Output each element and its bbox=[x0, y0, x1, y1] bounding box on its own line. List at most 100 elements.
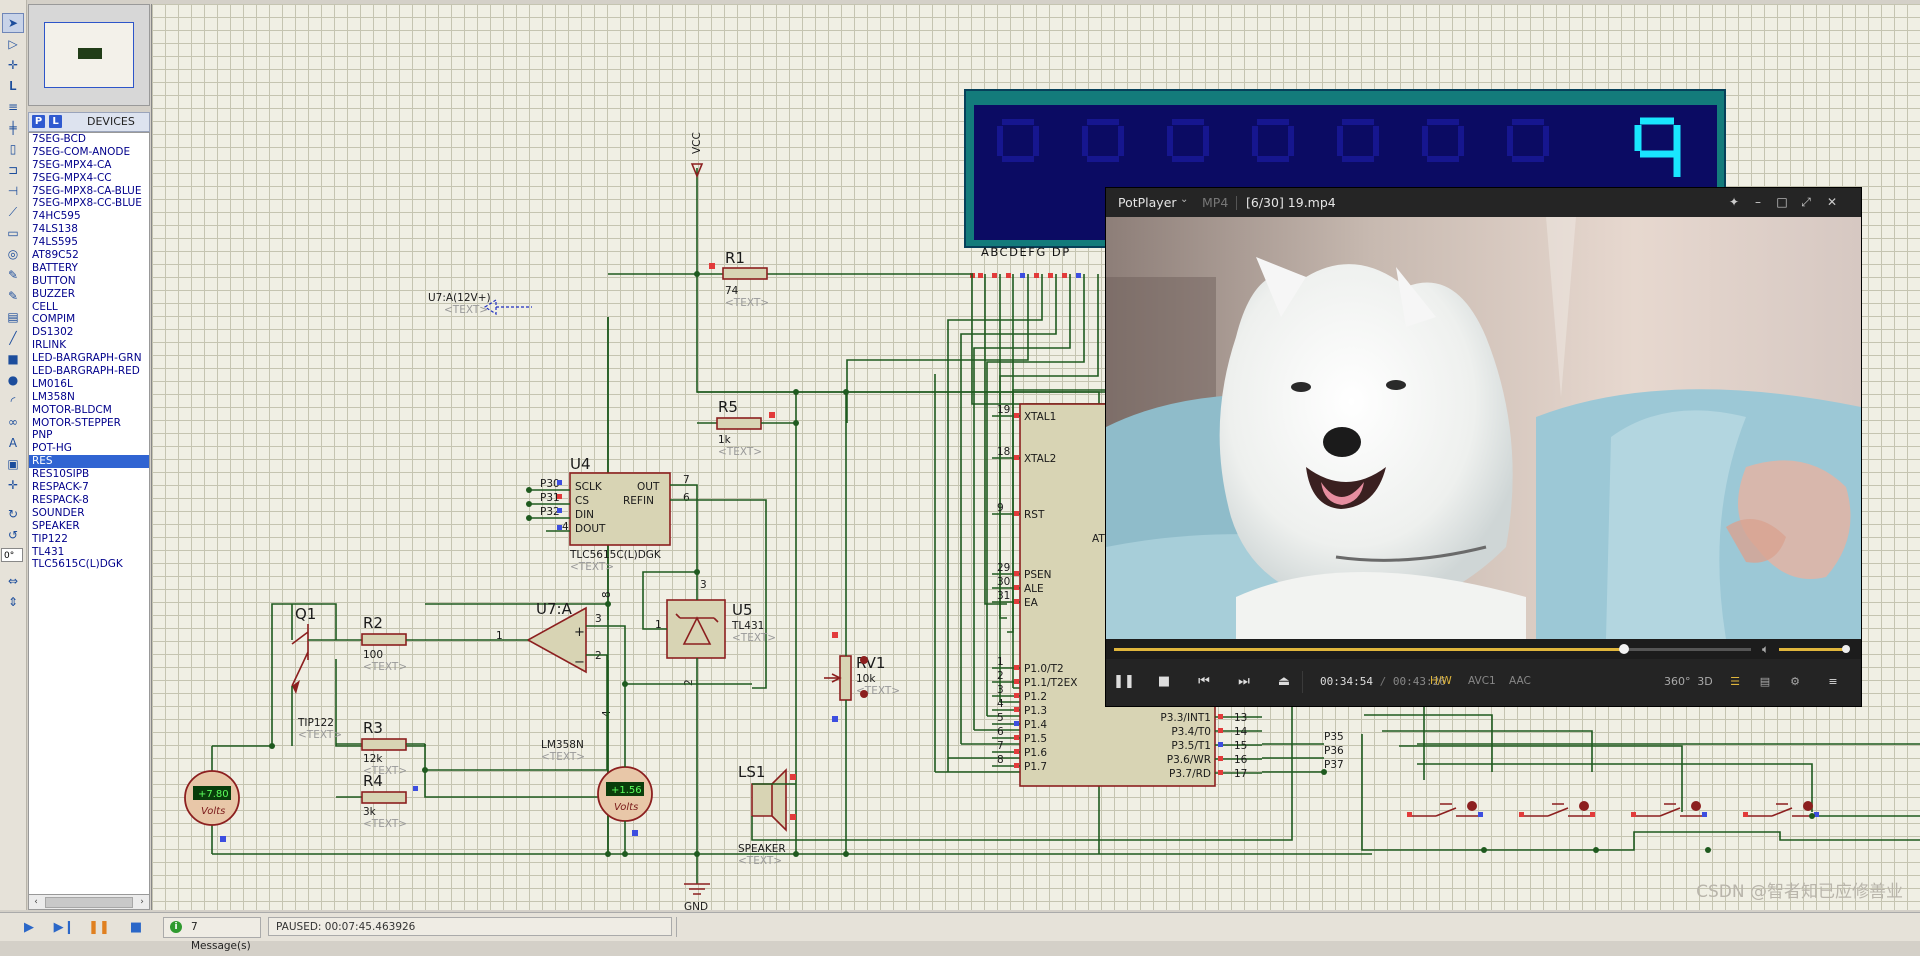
symbol-icon[interactable]: ▣ bbox=[3, 455, 23, 473]
pin-icon[interactable]: ✦ bbox=[1724, 193, 1744, 211]
playlist-search-icon[interactable]: ☰ bbox=[1724, 671, 1746, 693]
device-list-item[interactable]: 7SEG-COM-ANODE bbox=[29, 146, 149, 159]
scroll-thumb[interactable] bbox=[45, 897, 133, 908]
device-list-item[interactable]: BATTERY bbox=[29, 262, 149, 275]
device-list-item[interactable]: TL431 bbox=[29, 546, 149, 559]
text-icon[interactable]: A bbox=[3, 434, 23, 452]
device-list-item[interactable]: BUZZER bbox=[29, 288, 149, 301]
transistor-q1[interactable]: Q1 TIP122 <TEXT> bbox=[269, 604, 362, 749]
device-list-item[interactable]: LED-BARGRAPH-RED bbox=[29, 365, 149, 378]
line-icon[interactable]: ╱ bbox=[3, 329, 23, 347]
device-list-item[interactable]: MOTOR-BLDCM bbox=[29, 404, 149, 417]
mirror-y-icon[interactable]: ⇕ bbox=[3, 593, 23, 611]
device-list-item[interactable]: LM016L bbox=[29, 378, 149, 391]
close-icon[interactable]: ✕ bbox=[1822, 193, 1842, 211]
devices-list[interactable]: 7SEG-BCD 7SEG-COM-ANODE 7SEG-MPX4-CA 7SEG-M… bbox=[28, 132, 150, 896]
virtual-instruments-icon[interactable]: ▤ bbox=[3, 308, 23, 326]
mirror-x-icon[interactable]: ⇔ bbox=[3, 572, 23, 590]
seek-area[interactable]: 🔈︎ bbox=[1106, 639, 1861, 659]
current-probe-icon[interactable]: ✎ bbox=[3, 287, 23, 305]
resistor-r3[interactable]: R3 12k <TEXT> bbox=[336, 719, 428, 777]
chevron-down-icon[interactable]: ⌄ bbox=[1180, 194, 1188, 205]
push-button-2[interactable] bbox=[1519, 801, 1595, 817]
device-list-item[interactable]: SPEAKER bbox=[29, 520, 149, 533]
device-list-item[interactable]: 7SEG-MPX8-CC-BLUE bbox=[29, 197, 149, 210]
device-list-item[interactable]: SOUNDER bbox=[29, 507, 149, 520]
device-list-item[interactable]: COMPIM bbox=[29, 313, 149, 326]
device-list-item[interactable]: LED-BARGRAPH-GRN bbox=[29, 352, 149, 365]
device-list-item[interactable]: 7SEG-MPX8-CA-BLUE bbox=[29, 185, 149, 198]
device-list-item[interactable]: RES bbox=[29, 455, 149, 469]
device-list-item[interactable]: MOTOR-STEPPER bbox=[29, 417, 149, 430]
devices-scrollbar[interactable]: ‹ › bbox=[28, 894, 150, 910]
hw-decoder-badge[interactable]: H/W bbox=[1430, 675, 1452, 687]
component-mode-icon[interactable]: ▷ bbox=[3, 35, 23, 53]
resistor-r5[interactable]: R5 1k <TEXT> bbox=[697, 398, 796, 458]
device-list-item[interactable]: 74LS138 bbox=[29, 223, 149, 236]
player-titlebar[interactable]: PotPlayer ⌄ MP4 [6/30] 19.mp4 ✦ – □ ⤢ ✕ bbox=[1106, 188, 1861, 217]
push-button-1[interactable] bbox=[1407, 801, 1483, 817]
voltmeter-middle[interactable]: +1.56 Volts bbox=[597, 684, 653, 854]
player-menu-button[interactable]: PotPlayer bbox=[1118, 195, 1177, 210]
device-list-item[interactable]: DS1302 bbox=[29, 326, 149, 339]
subcircuit-icon[interactable]: ▯ bbox=[3, 140, 23, 158]
pause-icon[interactable]: ❚❚ bbox=[1112, 671, 1136, 693]
time-display[interactable]: 00:34:54 / 00:43:26 bbox=[1320, 675, 1446, 688]
potentiometer-rv1[interactable]: RV1 10k <TEXT> bbox=[824, 392, 900, 854]
volume-icon[interactable]: 🔈︎ bbox=[1762, 642, 1769, 657]
marker-icon[interactable]: ✛ bbox=[3, 476, 23, 494]
terminals-icon[interactable]: ⊐ bbox=[3, 161, 23, 179]
device-list-item[interactable]: 7SEG-BCD bbox=[29, 133, 149, 146]
text-script-icon[interactable]: ≡ bbox=[3, 98, 23, 116]
eject-icon[interactable]: ⏏︎ bbox=[1272, 671, 1296, 693]
volume-slider[interactable] bbox=[1779, 645, 1850, 653]
circle-icon[interactable]: ● bbox=[3, 371, 23, 389]
voltage-probe-icon[interactable]: ✎ bbox=[3, 266, 23, 284]
device-list-item[interactable]: TIP122 bbox=[29, 533, 149, 546]
scroll-right-icon[interactable]: › bbox=[135, 895, 149, 909]
play-icon[interactable]: ▶ bbox=[20, 919, 38, 935]
gnd-terminal[interactable]: GND bbox=[684, 883, 710, 910]
junction-dot-icon[interactable]: ✛ bbox=[3, 56, 23, 74]
potplayer-window[interactable]: PotPlayer ⌄ MP4 [6/30] 19.mp4 ✦ – □ ⤢ ✕ bbox=[1106, 188, 1861, 706]
device-list-item[interactable]: RES10SIPB bbox=[29, 468, 149, 481]
graph-icon[interactable]: ⟋ bbox=[3, 203, 23, 221]
next-icon[interactable]: ⏭︎ bbox=[1232, 671, 1256, 693]
volume-handle[interactable] bbox=[1841, 645, 1850, 653]
device-list-item[interactable]: 74HC595 bbox=[29, 210, 149, 223]
device-list-item[interactable]: PNP bbox=[29, 429, 149, 442]
device-list-item[interactable]: AT89C52 bbox=[29, 249, 149, 262]
rotate-anticlockwise-icon[interactable]: ↺ bbox=[3, 526, 23, 544]
step-icon[interactable]: ▶❙ bbox=[54, 919, 75, 935]
device-list-item[interactable]: IRLINK bbox=[29, 339, 149, 352]
stop-icon[interactable]: ■ bbox=[1152, 671, 1176, 693]
stop-simulation-icon[interactable]: ■ bbox=[127, 919, 145, 935]
360-mode-button[interactable]: 360° bbox=[1664, 671, 1691, 693]
selection-mode-icon[interactable]: ➤ bbox=[2, 13, 24, 33]
device-list-item[interactable]: RESPACK-8 bbox=[29, 494, 149, 507]
3d-mode-button[interactable]: 3D bbox=[1694, 671, 1716, 693]
audio-codec-badge[interactable]: AAC bbox=[1509, 675, 1531, 687]
overview-viewport[interactable] bbox=[44, 22, 134, 88]
device-list-item[interactable]: 7SEG-MPX4-CA bbox=[29, 159, 149, 172]
path-icon[interactable]: ∞ bbox=[3, 413, 23, 431]
device-list-item[interactable]: LM358N bbox=[29, 391, 149, 404]
video-frame[interactable] bbox=[1106, 217, 1861, 639]
device-list-item[interactable]: BUTTON bbox=[29, 275, 149, 288]
push-button-4[interactable] bbox=[1743, 801, 1819, 817]
wire-label-icon[interactable]: 𝐋 bbox=[3, 77, 23, 95]
chat-icon[interactable]: ▤ bbox=[1754, 671, 1776, 693]
device-list-item[interactable]: TLC5615C(L)DGK bbox=[29, 558, 149, 571]
device-list-item[interactable]: CELL bbox=[29, 301, 149, 314]
device-list-item[interactable]: 74LS595 bbox=[29, 236, 149, 249]
device-pins-icon[interactable]: ⊣ bbox=[3, 182, 23, 200]
pause-simulation-icon[interactable]: ❚❚ bbox=[88, 919, 110, 935]
rotate-clockwise-icon[interactable]: ↻ bbox=[3, 505, 23, 523]
library-manager-button[interactable]: L bbox=[49, 115, 62, 128]
buses-icon[interactable]: ╪ bbox=[3, 119, 23, 137]
menu-icon[interactable]: ≡ bbox=[1822, 671, 1844, 693]
video-codec-badge[interactable]: AVC1 bbox=[1468, 675, 1496, 687]
device-list-item[interactable]: POT-HG bbox=[29, 442, 149, 455]
resistor-r4[interactable]: R4 3k <TEXT> bbox=[336, 772, 418, 830]
arc-icon[interactable]: ◜ bbox=[3, 392, 23, 410]
